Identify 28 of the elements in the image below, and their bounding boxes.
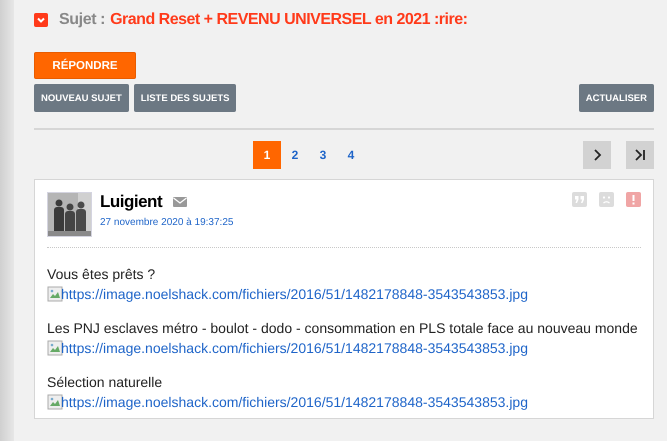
subject-label: Sujet : xyxy=(59,11,106,29)
page-button[interactable]: 3 xyxy=(309,141,337,169)
post-date[interactable]: 27 novembre 2020 à 19:37:25 xyxy=(100,217,564,228)
page-button[interactable]: 2 xyxy=(281,141,309,169)
broken-image-icon xyxy=(47,286,63,302)
alert-icon[interactable] xyxy=(626,192,641,207)
post-text: Vous êtes prêts ? xyxy=(47,266,156,282)
page-button[interactable]: 4 xyxy=(337,141,365,169)
post-text: Les PNJ esclaves métro - boulot - dodo - consommation en PLS totale face au nouveau monde xyxy=(47,320,639,336)
page-button[interactable]: 1 xyxy=(253,141,281,169)
image-link[interactable]: https://image.noelshack.com/fichiers/2016/51/1482178848-3543543853.jpg xyxy=(61,394,528,410)
reply-button[interactable]: RÉPONDRE xyxy=(34,52,136,79)
author-name[interactable]: Luigient xyxy=(100,192,162,212)
skip-end-icon xyxy=(634,149,646,161)
post-text: Sélection naturelle xyxy=(47,374,164,390)
image-link[interactable]: https://image.noelshack.com/fichiers/2016/51/1482178848-3543543853.jpg xyxy=(61,286,528,302)
broken-image-icon xyxy=(47,340,63,356)
last-page-button[interactable] xyxy=(626,141,654,169)
broken-image-icon xyxy=(47,394,63,410)
action-button[interactable]: LISTE DES SUJETS xyxy=(134,84,236,112)
chevron-right-icon xyxy=(592,149,602,161)
envelope-icon[interactable] xyxy=(173,197,188,207)
collapse-icon[interactable] xyxy=(34,13,48,27)
topic-title: Grand Reset + REVENU UNIVERSEL en 2021 :rire: xyxy=(110,11,468,29)
image-link[interactable]: https://image.noelshack.com/fichiers/2016/51/1482178848-3543543853.jpg xyxy=(61,340,528,356)
action-button[interactable]: NOUVEAU SUJET xyxy=(34,84,129,112)
refresh-button[interactable]: ACTUALISER xyxy=(578,84,654,112)
next-page-button[interactable] xyxy=(583,141,611,169)
